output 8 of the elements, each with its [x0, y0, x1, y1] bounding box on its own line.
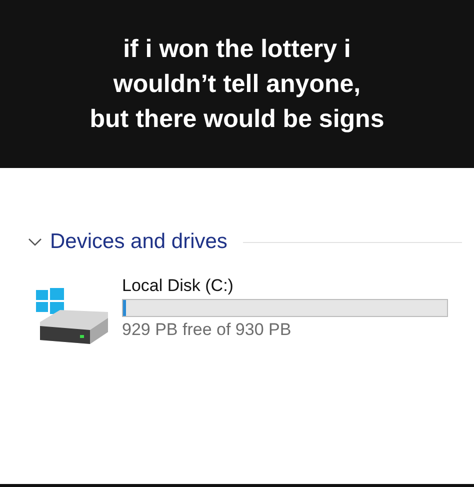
chevron-icon[interactable] — [28, 237, 42, 247]
caption-line: if i won the lottery i — [123, 34, 351, 64]
hard-drive-icon[interactable] — [34, 288, 110, 346]
section-title[interactable]: Devices and drives — [50, 230, 228, 254]
caption-line: but there would be signs — [90, 104, 384, 134]
free-space-text: 929 PB free of 930 PB — [122, 320, 292, 340]
caption-line: wouldn’t tell anyone, — [113, 68, 361, 100]
drive-name[interactable]: Local Disk (C:) — [122, 276, 448, 296]
